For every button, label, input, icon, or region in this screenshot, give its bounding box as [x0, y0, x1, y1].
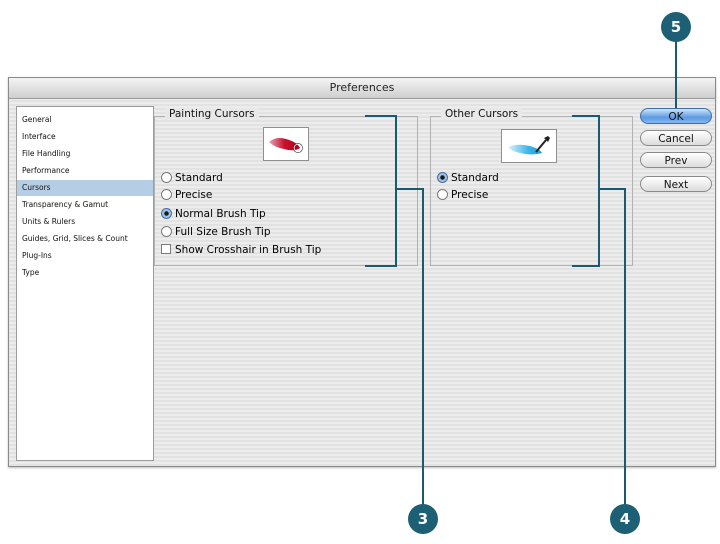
- other-cursors-group: Other Cursors Standard Precise: [430, 108, 633, 266]
- painting-normal-brush-tip-option[interactable]: Normal Brush Tip: [161, 207, 266, 221]
- radio-icon: [161, 226, 172, 237]
- painting-precise-option[interactable]: Precise: [161, 188, 212, 202]
- sidebar-item-guides-grid[interactable]: Guides, Grid, Slices & Count: [17, 231, 153, 247]
- sidebar-item-cursors[interactable]: Cursors: [17, 180, 153, 196]
- callout-4-leader: [624, 188, 626, 505]
- sidebar-item-performance[interactable]: Performance: [17, 163, 153, 179]
- painting-normal-brush-tip-label: Normal Brush Tip: [175, 208, 266, 220]
- other-precise-option[interactable]: Precise: [437, 188, 488, 202]
- sidebar-item-interface[interactable]: Interface: [17, 129, 153, 145]
- radio-icon: [161, 189, 172, 200]
- painting-standard-label: Standard: [175, 172, 223, 184]
- sidebar-item-file-handling[interactable]: File Handling: [17, 146, 153, 162]
- radio-icon: [437, 189, 448, 200]
- cancel-button[interactable]: Cancel: [640, 130, 712, 146]
- other-cursors-bracket: [572, 115, 600, 267]
- sidebar-item-transparency-gamut[interactable]: Transparency & Gamut: [17, 197, 153, 213]
- sidebar-item-general[interactable]: General: [17, 112, 153, 128]
- radio-icon: [161, 172, 172, 183]
- other-precise-label: Precise: [451, 189, 489, 201]
- other-cursors-title: Other Cursors: [441, 108, 523, 120]
- callout-3-badge: 3: [408, 504, 438, 534]
- painting-full-size-brush-tip-label: Full Size Brush Tip: [175, 226, 271, 238]
- show-crosshair-checkbox[interactable]: Show Crosshair in Brush Tip: [161, 243, 321, 257]
- painting-cursors-bracket: [365, 115, 397, 267]
- other-standard-option[interactable]: Standard: [437, 171, 499, 185]
- eyedropper-icon: [508, 136, 550, 155]
- painting-cursor-preview: [263, 127, 309, 161]
- painting-bracket-stub: [397, 188, 424, 190]
- preferences-dialog: Preferences General Interface File Handl…: [8, 77, 716, 467]
- ok-button[interactable]: OK: [640, 108, 712, 124]
- sidebar-item-plug-ins[interactable]: Plug-Ins: [17, 248, 153, 264]
- callout-4-badge: 4: [610, 504, 640, 534]
- other-bracket-stub: [600, 188, 626, 190]
- painting-cursors-title: Painting Cursors: [165, 108, 259, 120]
- callout-5-leader: [675, 40, 677, 108]
- other-standard-label: Standard: [451, 172, 499, 184]
- callout-3-leader: [422, 188, 424, 505]
- brush-tip-icon: [269, 138, 303, 153]
- sidebar-item-type[interactable]: Type: [17, 265, 153, 281]
- painting-standard-option[interactable]: Standard: [161, 171, 223, 185]
- prev-button[interactable]: Prev: [640, 152, 712, 168]
- next-button[interactable]: Next: [640, 176, 712, 192]
- checkbox-icon: [161, 244, 171, 254]
- sidebar-item-units-rulers[interactable]: Units & Rulers: [17, 214, 153, 230]
- other-cursor-preview: [501, 129, 557, 163]
- category-list: General Interface File Handling Performa…: [16, 106, 154, 461]
- painting-precise-label: Precise: [175, 189, 213, 201]
- callout-5-badge: 5: [661, 12, 691, 42]
- painting-full-size-brush-tip-option[interactable]: Full Size Brush Tip: [161, 225, 271, 239]
- window-title: Preferences: [9, 78, 715, 99]
- show-crosshair-label: Show Crosshair in Brush Tip: [175, 244, 322, 256]
- radio-selected-icon: [161, 208, 172, 219]
- radio-selected-icon: [437, 172, 448, 183]
